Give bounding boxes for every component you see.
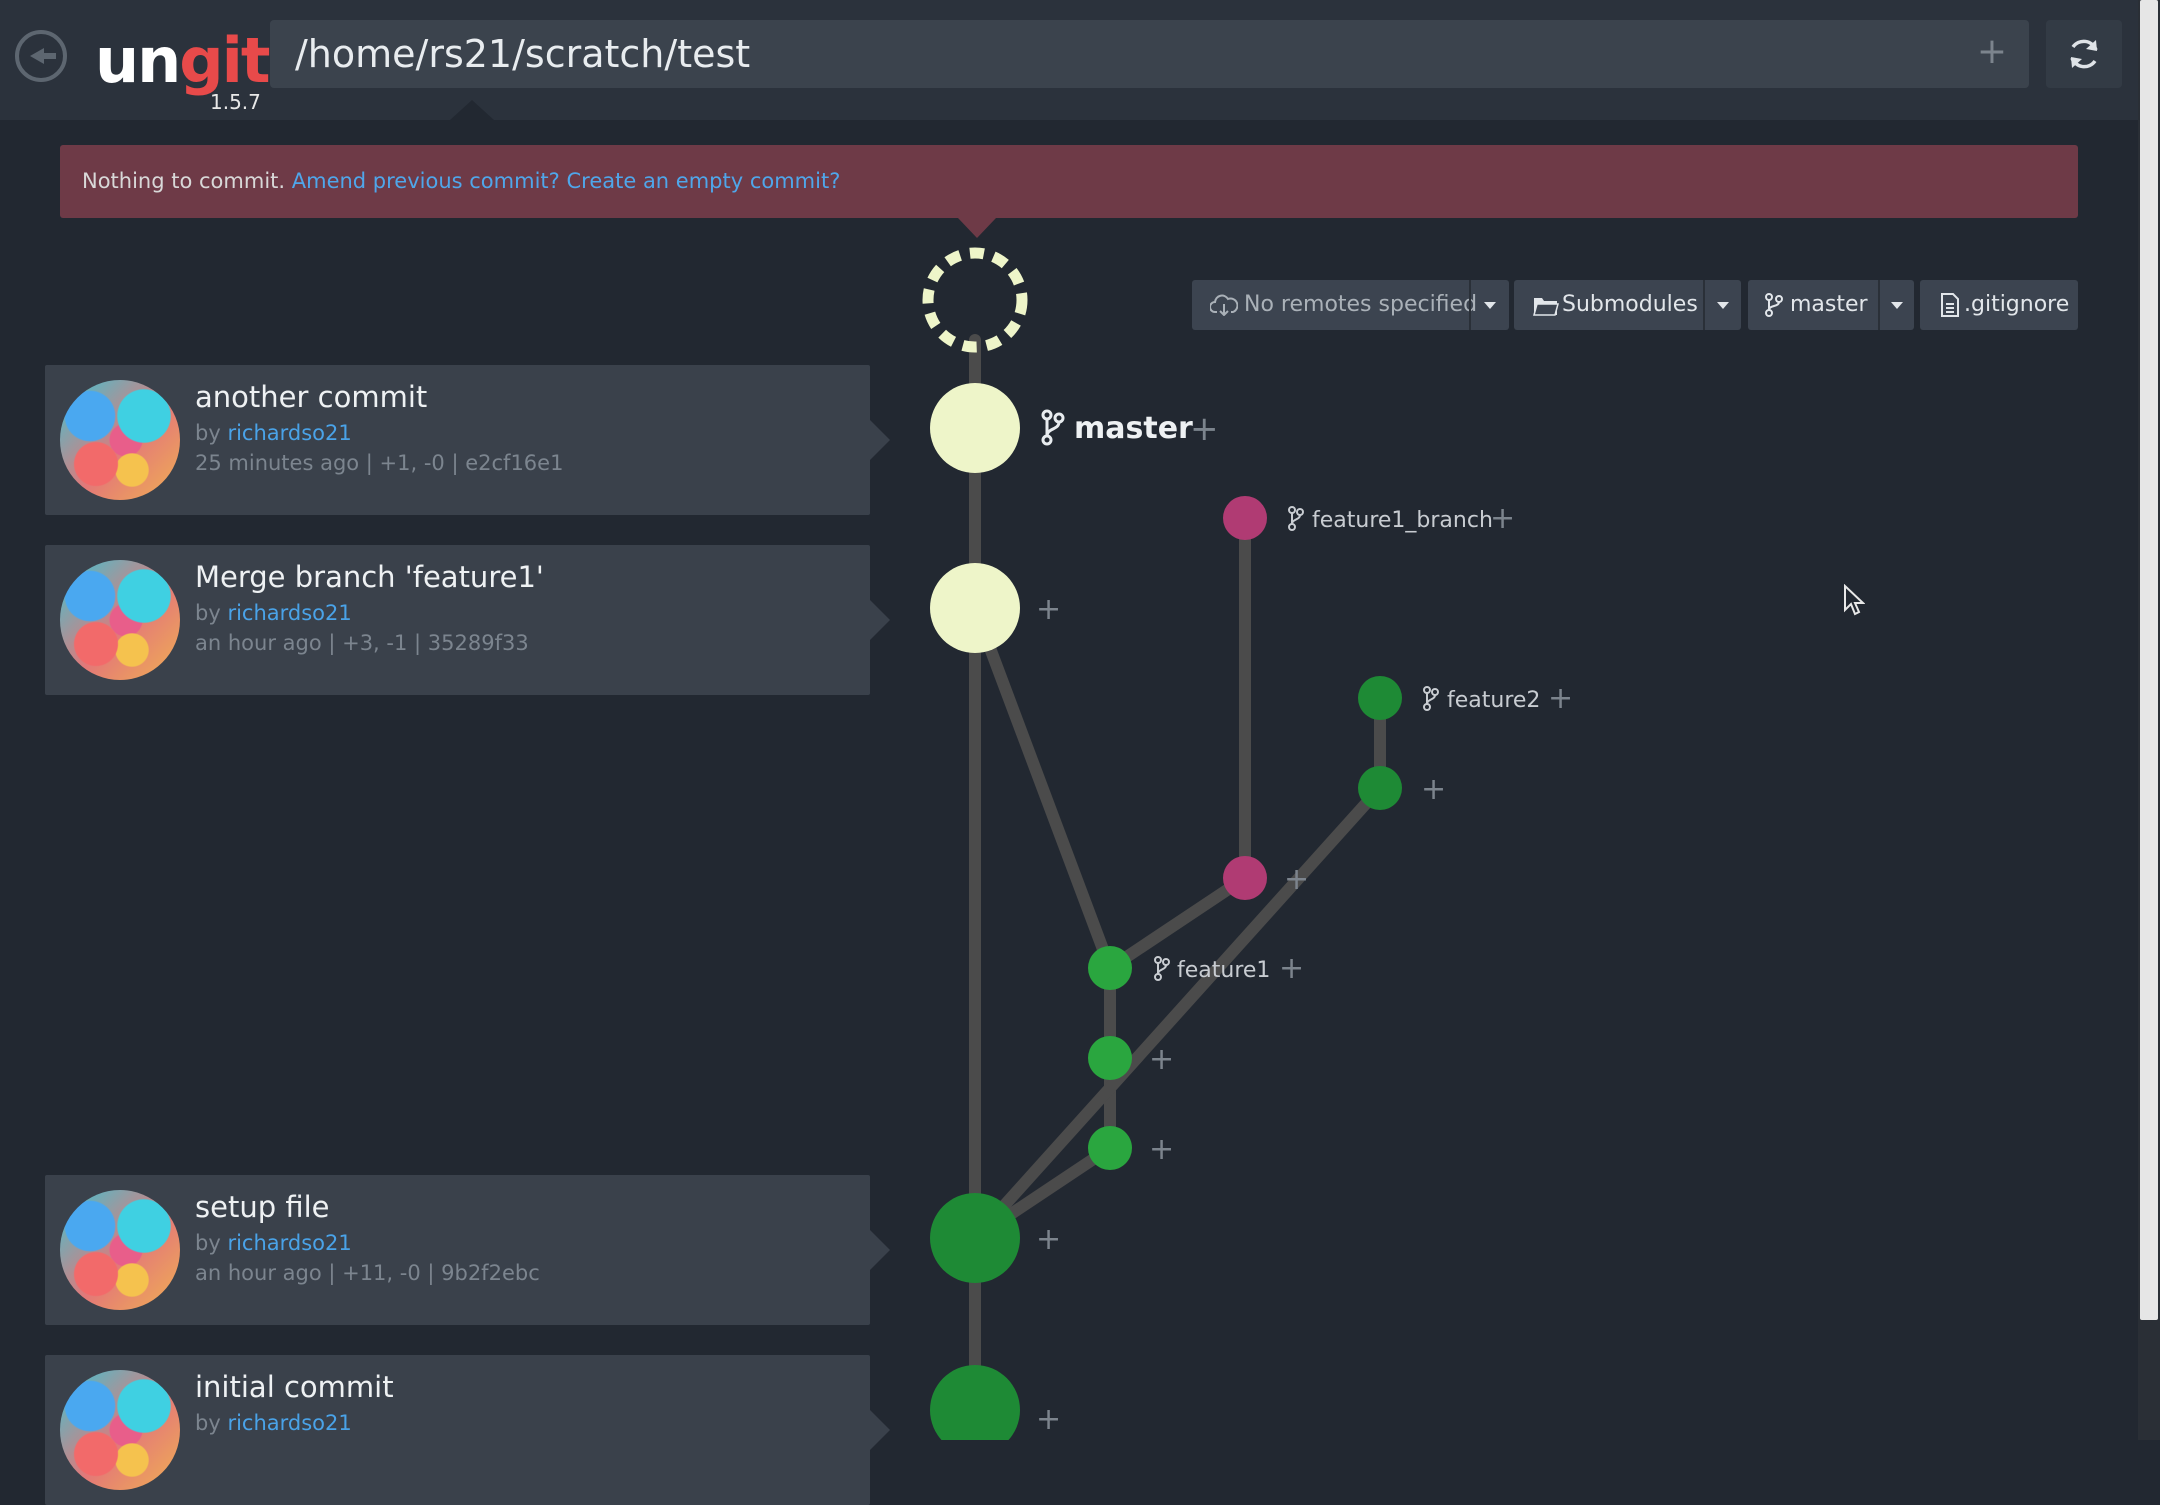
branch-label-feature1: feature1 [1177, 958, 1270, 983]
branch-icon [1154, 956, 1170, 981]
add-branch-icon: + [1548, 681, 1573, 716]
graph-edge [969, 782, 1386, 1244]
add-branch-icon[interactable]: + [1149, 1132, 1174, 1167]
commit-node-feature1[interactable] [1088, 946, 1132, 990]
add-branch-icon[interactable]: + [1149, 1042, 1174, 1077]
add-branch-icon[interactable]: + [1036, 1222, 1061, 1257]
branch-label-feature2: feature2 [1447, 688, 1540, 713]
loading-spinner-icon [922, 247, 1028, 353]
commit-node[interactable] [1088, 1036, 1132, 1080]
add-branch-icon: + [1490, 501, 1515, 536]
add-branch-icon[interactable]: + [1284, 862, 1309, 897]
add-branch-icon[interactable]: + [1036, 1402, 1061, 1437]
scrollbar-thumb[interactable] [2140, 0, 2158, 1320]
add-branch-icon: + [1279, 951, 1304, 986]
branch-ref-master[interactable]: master + [1041, 409, 1219, 449]
branch-label-master: master [1074, 411, 1193, 446]
commit-node-setup[interactable] [930, 1193, 1020, 1283]
commit-node-master[interactable] [930, 383, 1020, 473]
branch-icon [1423, 686, 1439, 711]
graph-edge [969, 602, 1116, 974]
commit-node[interactable] [1358, 766, 1402, 810]
branch-icon [1041, 409, 1065, 446]
branch-label-feature1-branch: feature1_branch [1312, 508, 1493, 533]
graph-edges [969, 334, 1386, 1440]
branch-icon [1288, 506, 1304, 531]
commit-graph: master + feature1_branch + feature2 + fe… [922, 247, 1573, 1440]
branch-ref-feature2[interactable]: feature2 + [1423, 681, 1573, 716]
commit-node[interactable] [1223, 856, 1267, 900]
commit-node-initial[interactable] [930, 1365, 1020, 1440]
commit-node-feature1-branch[interactable] [1223, 496, 1267, 540]
add-branch-icon: + [1190, 409, 1219, 449]
commit-node-merge[interactable] [930, 563, 1020, 653]
commit-node-feature2[interactable] [1358, 676, 1402, 720]
mouse-cursor-icon [1844, 584, 1865, 616]
add-branch-icon[interactable]: + [1421, 772, 1446, 807]
commit-node[interactable] [1088, 1126, 1132, 1170]
add-branch-icon[interactable]: + [1036, 592, 1061, 627]
branch-ref-feature1-branch[interactable]: feature1_branch + [1288, 501, 1515, 536]
